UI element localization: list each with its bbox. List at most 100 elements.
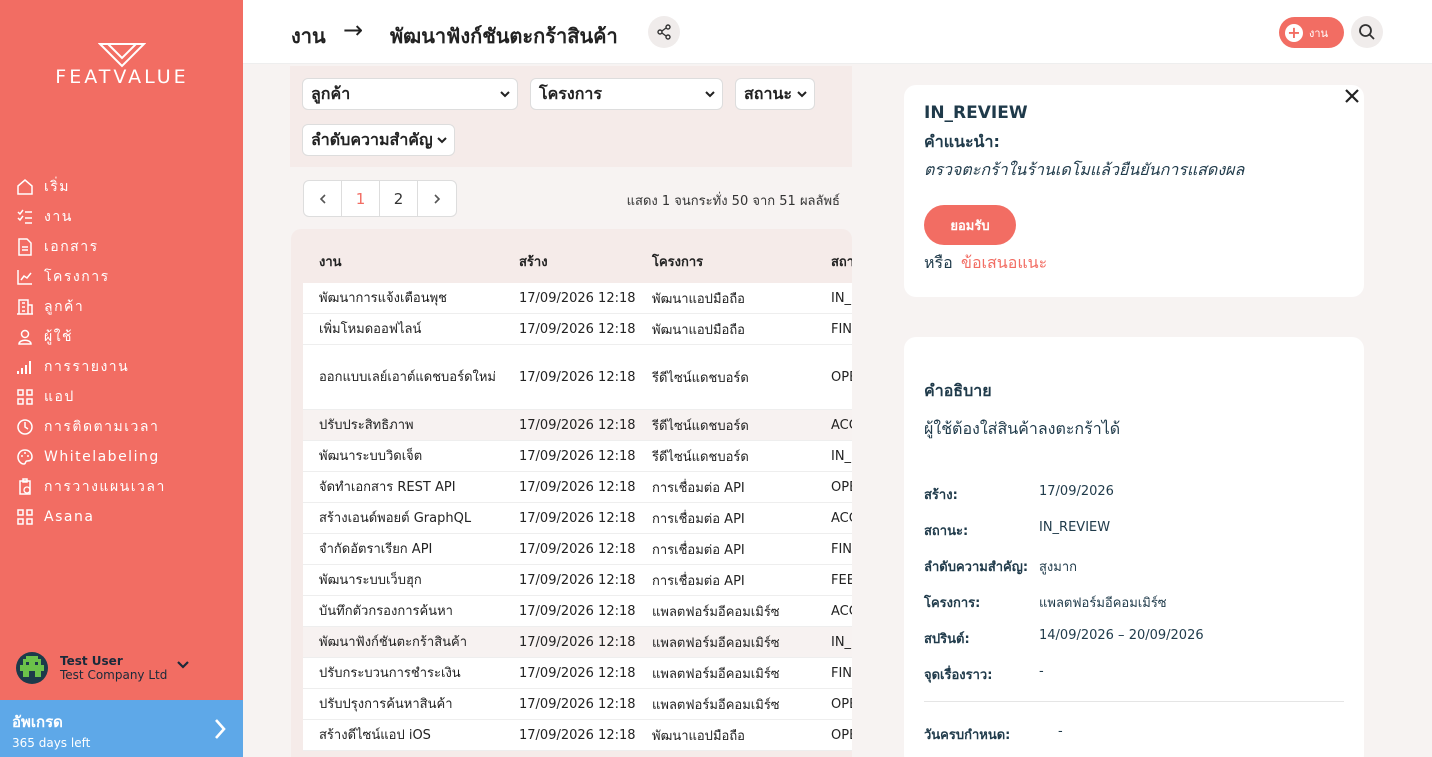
created-cell: 17/09/2026 12:18 — [519, 321, 636, 337]
bar-chart-icon — [16, 358, 34, 376]
column-header-task[interactable]: งาน — [319, 251, 342, 272]
task-name-cell: ออกแบบเลย์เอาต์แดชบอร์ดใหม่ — [319, 369, 497, 385]
table-header: งาน สร้าง โครงการ สถานะ — [291, 229, 852, 283]
table-row[interactable]: สร้างดีไซน์แอป iOS 17/09/2026 12:18 พัฒนาแ… — [303, 720, 852, 751]
prev-page-button[interactable] — [304, 181, 342, 216]
detail-value: 17/09/2026 — [1039, 484, 1114, 499]
breadcrumb-tasks[interactable]: งาน — [291, 20, 326, 52]
project-cell: รีดีไซน์แดชบอร์ด — [652, 449, 749, 465]
share-button[interactable] — [648, 16, 680, 48]
palette-icon — [16, 448, 34, 466]
sidebar-item-label: การรายงาน — [44, 359, 130, 375]
status-cell: ACCEPTED — [831, 510, 852, 526]
table-row[interactable]: พัฒนาการแจ้งเตือนพุช 17/09/2026 12:18 พัฒน… — [303, 283, 852, 314]
table-row[interactable]: จำกัดอัตราเรียก API 17/09/2026 12:18 การเช… — [303, 534, 852, 565]
next-page-button[interactable] — [418, 181, 456, 216]
accept-button[interactable]: ยอมรับ — [924, 205, 1016, 245]
table-row[interactable]: พัฒนาระบบวิดเจ็ต 17/09/2026 12:18 รีดีไซน์… — [303, 441, 852, 472]
sidebar-item-2[interactable]: เอกสาร — [16, 232, 166, 262]
detail-value: IN_REVIEW — [1039, 520, 1111, 535]
sidebar-item-label: ลูกค้า — [44, 299, 85, 315]
sidebar-item-9[interactable]: Whitelabeling — [16, 442, 166, 472]
table-row[interactable]: พัฒนาฟังก์ชันตะกร้าสินค้า 17/09/2026 12:1… — [303, 627, 852, 658]
sidebar-item-8[interactable]: การติดตามเวลา — [16, 412, 166, 442]
task-name-cell: พัฒนาระบบวิดเจ็ต — [319, 448, 423, 464]
sidebar-item-label: เริ่ม — [44, 179, 71, 195]
sidebar-nav: เริ่มงาน เอกสาร โครงการลูกค้าผู้ใช้การรายง… — [16, 172, 166, 532]
top-header: งาน → พัฒนาฟังก์ชันตะกร้าสินค้า + งาน — [243, 0, 1432, 64]
column-header-project[interactable]: โครงการ — [652, 251, 703, 272]
priority-filter[interactable]: ลำดับความสำคัญ — [302, 124, 455, 156]
logo[interactable]: FEATVALUE — [36, 40, 208, 90]
sidebar: FEATVALUE เริ่มงาน เอกสาร โครงการลูกค้าผู้… — [0, 0, 243, 757]
search-button[interactable] — [1351, 16, 1383, 48]
sidebar-item-label: Asana — [44, 509, 95, 525]
detail-label: โครงการ: — [924, 596, 981, 611]
description-text: ผู้ใช้ต้องใส่สินค้าลงตะกร้าได้ — [924, 419, 1121, 438]
table-row[interactable]: ปรับประสิทธิภาพ 17/09/2026 12:18 รีดีไซน์แ… — [303, 410, 852, 441]
breadcrumb-arrow: → — [343, 16, 364, 44]
created-cell: 17/09/2026 12:18 — [519, 665, 636, 681]
task-name-cell: พัฒนาฟังก์ชันตะกร้าสินค้า — [319, 634, 468, 650]
status-cell: IN_REVIEW — [831, 634, 852, 650]
chevron-down-icon — [705, 91, 715, 98]
table-row[interactable]: ปรับกระบวนการชำระเงิน 17/09/2026 12:18 แพล… — [303, 658, 852, 689]
detail-value: สูงมาก — [1039, 560, 1078, 575]
pagination: 1 2 — [303, 180, 457, 217]
sidebar-item-1[interactable]: งาน — [16, 202, 166, 232]
project-cell: แพลตฟอร์มอีคอมเมิร์ซ — [652, 635, 780, 651]
user-company: Test Company Ltd — [60, 668, 168, 682]
status-filter[interactable]: สถานะ — [735, 78, 815, 110]
sidebar-item-7[interactable]: แอป — [16, 382, 166, 412]
plus-icon: + — [1285, 23, 1303, 42]
logo-mark-icon — [98, 43, 146, 68]
column-header-created[interactable]: สร้าง — [519, 251, 548, 272]
project-filter[interactable]: โครงการ — [530, 78, 723, 110]
project-cell: การเชื่อมต่อ API — [652, 480, 745, 496]
table-row[interactable]: สร้างเอนด์พอยต์ GraphQL 17/09/2026 12:18 ก… — [303, 503, 852, 534]
sidebar-item-4[interactable]: ลูกค้า — [16, 292, 166, 322]
home-icon — [16, 178, 34, 196]
customer-filter[interactable]: ลูกค้า — [302, 78, 518, 110]
feedback-link[interactable]: ข้อเสนอแนะ — [961, 251, 1047, 276]
table-row[interactable]: ปรับปรุงการค้นหาสินค้า 17/09/2026 12:18 แพ… — [303, 689, 852, 720]
column-header-status[interactable]: สถานะ — [831, 251, 852, 272]
table-row[interactable]: ออกแบบเลย์เอาต์แดชบอร์ดใหม่ 17/09/2026 12… — [303, 345, 852, 410]
detail-label: สร้าง: — [924, 488, 958, 503]
sidebar-item-5[interactable]: ผู้ใช้ — [16, 322, 166, 352]
clipboard-clock-icon — [16, 478, 34, 496]
project-cell: การเชื่อมต่อ API — [652, 542, 745, 558]
page-2-button[interactable]: 2 — [380, 181, 418, 216]
user-menu[interactable]: Test User Test Company Ltd — [16, 652, 226, 684]
sidebar-item-11[interactable]: Asana — [16, 502, 166, 532]
sidebar-item-6[interactable]: การรายงาน — [16, 352, 166, 382]
table-row[interactable]: บันทึกตัวกรองการค้นหา 17/09/2026 12:18 แพล… — [303, 596, 852, 627]
chevron-down-icon[interactable] — [176, 660, 190, 670]
created-cell: 17/09/2026 12:18 — [519, 510, 636, 526]
detail-label: จุดเรื่องราว: — [924, 668, 993, 683]
chevron-right-icon — [434, 193, 441, 204]
created-cell: 17/09/2026 12:18 — [519, 541, 636, 557]
status-cell: ACCEPTED — [831, 603, 852, 619]
sidebar-item-10[interactable]: การวางแผนเวลา — [16, 472, 166, 502]
project-cell: การเชื่อมต่อ API — [652, 511, 745, 527]
table-row[interactable]: เพิ่มโหมดออฟไลน์ 17/09/2026 12:18 พัฒนาแอป… — [303, 314, 852, 345]
apps-icon — [16, 508, 34, 526]
results-count: แสดง 1 จนกระทั่ง 50 จาก 51 ผลลัพธ์ — [626, 194, 840, 209]
status-cell: IN_PROGRESS — [831, 290, 852, 306]
status-cell: FINISHED — [831, 321, 852, 337]
sidebar-item-3[interactable]: โครงการ — [16, 262, 166, 292]
created-cell: 17/09/2026 12:18 — [519, 448, 636, 464]
table-row[interactable]: พัฒนาระบบเว็บฮุก 17/09/2026 12:18 การเชื่อ… — [303, 565, 852, 596]
table-row[interactable]: จัดทำเอกสาร REST API 17/09/2026 12:18 การเ… — [303, 472, 852, 503]
due-date-label: วันครบกำหนด: — [924, 728, 1011, 743]
created-cell: 17/09/2026 12:18 — [519, 290, 636, 306]
page-1-button[interactable]: 1 — [342, 181, 380, 216]
add-task-button[interactable]: + งาน — [1279, 17, 1344, 48]
sidebar-item-0[interactable]: เริ่ม — [16, 172, 166, 202]
sidebar-item-label: การติดตามเวลา — [44, 419, 160, 435]
review-status: IN_REVIEW — [924, 103, 1028, 123]
status-cell: IN_PROGRESS — [831, 448, 852, 464]
close-icon[interactable] — [1344, 88, 1360, 104]
upgrade-banner[interactable]: อัพเกรด 365 days left — [0, 700, 243, 757]
